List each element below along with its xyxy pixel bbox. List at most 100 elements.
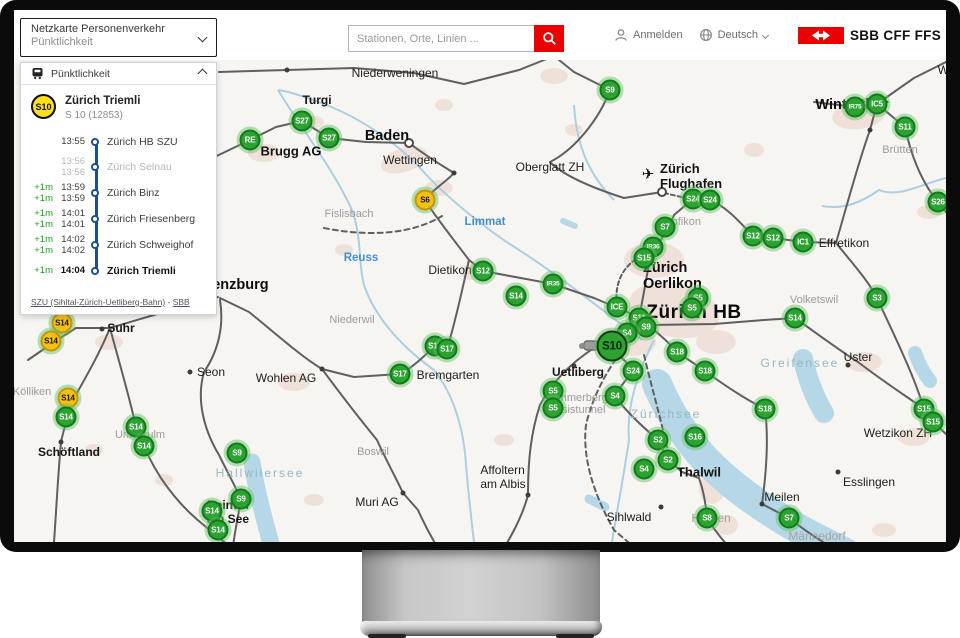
panel-header[interactable]: Pünktlichkeit <box>21 63 216 85</box>
language-label: Deutsch <box>718 29 758 41</box>
sbb-logo[interactable]: SBB CFF FFS <box>798 27 941 44</box>
stop-name: Zürich Binz <box>105 187 160 199</box>
user-icon <box>614 28 628 42</box>
line-badge-ir35[interactable]: IR35 <box>543 274 564 295</box>
stop-row[interactable]: +1m+1m14:0114:01Zürich Friesenberg <box>27 208 210 230</box>
line-badge-s27[interactable]: S27 <box>292 111 313 132</box>
line-badge-s14[interactable]: S14 <box>56 407 77 428</box>
line-badge-s2[interactable]: S2 <box>648 430 669 451</box>
search-button[interactable] <box>534 25 564 52</box>
login-button[interactable]: Anmelden <box>614 28 683 42</box>
line-badge-s24[interactable]: S24 <box>623 361 644 382</box>
stop-node <box>91 138 99 146</box>
stop-node <box>91 267 99 275</box>
line-badge-s14[interactable]: S14 <box>208 520 229 541</box>
stop-row[interactable]: +1m+1m13:5913:59Zürich Binz <box>27 182 210 204</box>
panel-header-label: Pünktlichkeit <box>51 68 192 80</box>
train-name: Zürich Triemli <box>65 94 140 107</box>
line-badge-s14[interactable]: S14 <box>506 286 527 307</box>
sbb-flag-icon <box>798 27 844 44</box>
line-badge-s24[interactable]: S24 <box>700 190 721 211</box>
line-badge-s15[interactable]: S15 <box>634 248 655 269</box>
monitor-foot <box>556 634 594 638</box>
line-badge-s14[interactable]: S14 <box>785 308 806 329</box>
line-badge-s14[interactable]: S14 <box>41 331 62 352</box>
line-badge-s18[interactable]: S18 <box>667 342 688 363</box>
stop-node <box>91 215 99 223</box>
panel-footer-link[interactable]: SZU (Sihltal-Zürich-Uetliberg-Bahn) <box>31 297 165 307</box>
line-badge-s14[interactable]: S14 <box>202 501 223 522</box>
search-icon <box>542 31 557 46</box>
line-badge-s12[interactable]: S12 <box>743 226 764 247</box>
line-badge-s7[interactable]: S7 <box>779 508 800 529</box>
search-input[interactable] <box>348 25 534 52</box>
layer-dropdown[interactable]: Netzkarte Personenverkehr Pünktlichkeit <box>20 18 217 57</box>
line-badge-s9[interactable]: S9 <box>231 489 252 510</box>
sbb-logo-text: SBB CFF FFS <box>850 28 941 43</box>
line-badge-s14[interactable]: S14 <box>134 436 155 457</box>
chevron-up-icon <box>198 69 208 79</box>
lakes <box>252 221 930 542</box>
screen: ✈ NiederweningenTurgiBadenBrugg AGWettin… <box>14 10 946 542</box>
layer-dropdown-subtitle: Pünktlichkeit <box>31 36 194 48</box>
selected-line-badge: S10 <box>31 94 56 119</box>
line-badge-s4[interactable]: S4 <box>634 459 655 480</box>
line-badge-s18[interactable]: S18 <box>695 361 716 382</box>
line-badge-s4[interactable]: S4 <box>605 386 626 407</box>
line-badge-s11[interactable]: S11 <box>895 117 916 138</box>
chevron-down-icon <box>762 31 769 38</box>
line-badge-s15[interactable]: S15 <box>923 412 944 433</box>
line-badge-ir75[interactable]: IR75 <box>845 97 866 118</box>
line-badge-s17[interactable]: S17 <box>390 364 411 385</box>
stop-node <box>91 163 99 171</box>
train-info: S10 Zürich Triemli S 10 (12853) <box>21 85 216 127</box>
line-badge-ic1[interactable]: IC1 <box>793 232 814 253</box>
stop-row[interactable]: +1m14:04Zürich Triemli <box>27 260 210 281</box>
line-badge-s2[interactable]: S2 <box>658 450 679 471</box>
line-badge-s14[interactable]: S14 <box>126 417 147 438</box>
line-badge-s12[interactable]: S12 <box>763 228 784 249</box>
line-badge-ic5[interactable]: IC5 <box>867 94 888 115</box>
train-line-info: S 10 (12853) <box>65 110 140 121</box>
stop-name: Zürich Friesenberg <box>105 213 195 225</box>
line-badge-s26[interactable]: S26 <box>928 192 947 213</box>
line-badge-s7[interactable]: S7 <box>655 217 676 238</box>
line-badge-s9[interactable]: S9 <box>600 80 621 101</box>
line-badge-s16[interactable]: S16 <box>685 427 706 448</box>
monitor-foot <box>368 634 406 638</box>
chevron-down-icon <box>198 33 208 43</box>
line-badge-s9[interactable]: S9 <box>636 317 657 338</box>
stop-row[interactable]: 13:5613:56Zürich Selnau <box>27 156 210 178</box>
line-badge-s5[interactable]: S5 <box>682 298 703 319</box>
line-badge-s5[interactable]: S5 <box>543 398 564 419</box>
panel-footer-links: SZU (Sihltal-Zürich-Uetliberg-Bahn) - SB… <box>31 297 190 307</box>
line-badge-s12[interactable]: S12 <box>473 261 494 282</box>
line-badge-s17[interactable]: S17 <box>437 339 458 360</box>
line-badge-ice[interactable]: ICE <box>607 297 628 318</box>
language-selector[interactable]: Deutsch <box>699 28 768 42</box>
line-badge-s18[interactable]: S18 <box>755 399 776 420</box>
line-badge-s14[interactable]: S14 <box>58 388 79 409</box>
stop-name: Zürich HB SZU <box>105 136 178 148</box>
line-badge-s3[interactable]: S3 <box>867 288 888 309</box>
airplane-icon: ✈ <box>642 165 655 183</box>
punctuality-panel: Pünktlichkeit S10 Zürich Triemli S 10 (1… <box>20 62 217 315</box>
line-badge-s6[interactable]: S6 <box>415 190 436 211</box>
stop-row[interactable]: +1m+1m14:0214:02Zürich Schweighof <box>27 234 210 256</box>
stops-list: 13:55Zürich HB SZU 13:5613:56Zürich Selna… <box>21 127 216 281</box>
monitor-stand <box>362 550 600 623</box>
monitor: ✈ NiederweningenTurgiBadenBrugg AGWettin… <box>0 0 960 638</box>
header-right: Anmelden Deutsch SBB CFF <box>614 10 941 60</box>
stop-name: Zürich Schweighof <box>105 239 193 251</box>
line-badge-s10[interactable]: S10 <box>597 331 628 362</box>
line-badge-s9[interactable]: S9 <box>227 443 248 464</box>
stop-row[interactable]: 13:55Zürich HB SZU <box>27 131 210 152</box>
globe-icon <box>699 28 713 42</box>
line-badge-s8[interactable]: S8 <box>697 508 718 529</box>
panel-footer-link[interactable]: SBB <box>173 297 190 307</box>
line-badge-re[interactable]: RE <box>240 130 261 151</box>
stop-name: Zürich Triemli <box>105 265 176 277</box>
stop-node <box>91 241 99 249</box>
line-badge-s27[interactable]: S27 <box>319 128 340 149</box>
search-bar <box>348 25 564 52</box>
